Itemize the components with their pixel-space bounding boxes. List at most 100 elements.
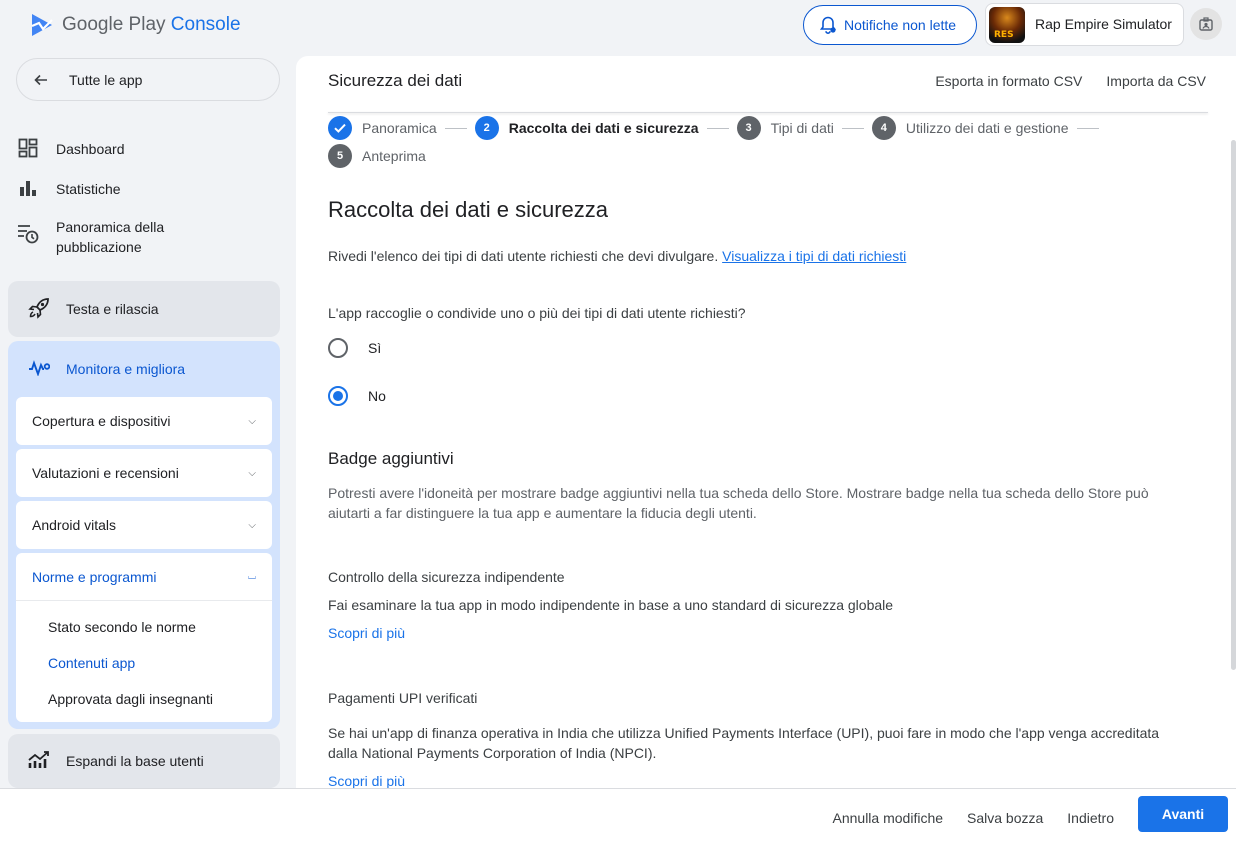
grow-users-icon	[28, 749, 50, 774]
grow-label: Espandi la base utenti	[66, 753, 204, 769]
view-data-types-link[interactable]: Visualizza i tipi di dati richiesti	[722, 248, 906, 264]
app-name: Rap Empire Simulator	[1035, 16, 1172, 32]
all-apps-label: Tutte le app	[69, 71, 143, 88]
sidebar-section-test-release[interactable]: Testa e rilascia	[8, 281, 280, 337]
upi-learn-more-link[interactable]: Scopri di più	[328, 773, 405, 788]
security-review-title: Controllo della sicurezza indipendente	[328, 569, 565, 585]
sidebar-section-grow[interactable]: Espandi la base utenti	[8, 734, 280, 788]
monitor-vitals-icon	[28, 359, 51, 379]
notifications-label: Notifiche non lette	[844, 17, 957, 33]
step-label: Utilizzo dei dati e gestione	[905, 120, 1069, 136]
app-icon-text: RES	[994, 30, 1014, 40]
section-heading: Raccolta dei dati e sicurezza	[328, 197, 609, 222]
step-data-collection[interactable]: 2 Raccolta dei dati e sicurezza	[474, 116, 699, 140]
radio-option-yes[interactable]: Sì	[328, 338, 381, 358]
intro-paragraph: Rivedi l'elenco dei tipi di dati utente …	[328, 246, 1188, 266]
header-actions: Esporta in formato CSV Importa da CSV	[935, 73, 1206, 89]
discard-changes-button[interactable]: Annulla modifiche	[833, 810, 944, 826]
step-number: 4	[871, 116, 896, 140]
sidebar-subsection-android-vitals[interactable]: Android vitals ⌵	[16, 501, 272, 549]
sidebar-subsection-ratings[interactable]: Valutazioni e recensioni ⌵	[16, 449, 272, 497]
all-apps-button[interactable]: Tutte le app	[16, 58, 280, 101]
upi-text: Se hai un'app di finanza operativa in In…	[328, 725, 1160, 761]
monitor-section-header[interactable]: Monitora e migliora	[8, 341, 280, 397]
step-label: Anteprima	[362, 148, 426, 164]
account-button[interactable]	[1190, 8, 1222, 40]
step-label: Tipi di dati	[770, 120, 834, 136]
radio-option-no[interactable]: No	[328, 386, 386, 406]
sidebar-subsection-policy: Norme e programmi ⌴ Stato secondo le nor…	[16, 553, 272, 722]
save-draft-button[interactable]: Salva bozza	[967, 810, 1043, 826]
step-connector	[841, 127, 864, 129]
logo-google: Google Play	[62, 14, 166, 35]
step-preview[interactable]: 5 Anteprima	[328, 144, 426, 168]
arrow-back-icon	[34, 74, 47, 85]
bell-icon	[819, 16, 837, 34]
bottom-action-bar: Annulla modifiche Salva bozza Indietro A…	[0, 788, 1236, 841]
policy-section-header[interactable]: Norme e programmi ⌴	[16, 553, 272, 601]
chevron-down-icon: ⌵	[248, 519, 256, 531]
upi-title: Pagamenti UPI verificati	[328, 690, 478, 706]
badges-description: Potresti avere l'idoneità per mostrare b…	[328, 485, 1149, 521]
publishing-overview-icon	[16, 222, 40, 246]
app-selector[interactable]: RES Rap Empire Simulator	[985, 3, 1184, 46]
play-console-logo[interactable]: Google Play Console	[30, 12, 241, 38]
step-label: Panoramica	[362, 120, 437, 136]
chevron-down-icon: ⌵	[248, 415, 256, 427]
security-review-text: Fai esaminare la tua app in modo indipen…	[328, 597, 894, 613]
sidebar-item-teacher-approved[interactable]: Approvata dagli insegnanti	[16, 681, 272, 717]
badges-heading: Badge aggiuntivi	[328, 449, 454, 468]
step-label: Raccolta dei dati e sicurezza	[508, 120, 699, 136]
step-overview[interactable]: Panoramica	[328, 116, 437, 140]
account-badge-icon	[1199, 17, 1213, 31]
sidebar-item-publishing-overview[interactable]: Panoramica della pubblicazione	[16, 214, 280, 257]
step-number: 5	[328, 144, 352, 168]
sidebar-item-dashboard[interactable]: Dashboard	[16, 136, 280, 160]
stepper: Panoramica 2 Raccolta dei dati e sicurez…	[328, 116, 1208, 172]
radio-button-no[interactable]	[328, 386, 348, 406]
step-connector	[1076, 127, 1099, 129]
step-data-usage[interactable]: 4 Utilizzo dei dati e gestione	[871, 116, 1069, 140]
import-csv-button[interactable]: Importa da CSV	[1106, 73, 1206, 89]
main-panel: Sicurezza dei dati Esporta in formato CS…	[296, 56, 1236, 788]
rocket-icon	[28, 297, 50, 322]
top-bar: Google Play Console Notifiche non lette …	[0, 0, 1236, 56]
scrollbar[interactable]	[1231, 140, 1236, 670]
next-button[interactable]: Avanti	[1138, 796, 1228, 832]
radio-label-yes: Sì	[368, 340, 382, 356]
radio-button-yes[interactable]	[328, 338, 348, 358]
collection-question: L'app raccoglie o condivide uno o più de…	[328, 305, 746, 321]
step-connector	[444, 127, 467, 129]
security-learn-more-link[interactable]: Scopri di più	[328, 625, 405, 641]
logo-console: Console	[170, 14, 241, 35]
sidebar-item-label: Statistiche	[56, 181, 121, 197]
back-button[interactable]: Indietro	[1067, 810, 1114, 826]
policy-item-label: Contenuti app	[48, 655, 136, 671]
check-icon	[328, 116, 352, 140]
step-number: 3	[736, 116, 761, 140]
app-icon: RES	[989, 7, 1025, 43]
sidebar-subsection-coverage[interactable]: Copertura e dispositivi ⌵	[16, 397, 272, 445]
sidebar-item-app-content[interactable]: Contenuti app	[16, 645, 272, 681]
subsection-label: Copertura e dispositivi	[32, 413, 171, 429]
sidebar-item-policy-status[interactable]: Stato secondo le norme	[16, 609, 272, 645]
step-number: 2	[474, 116, 499, 140]
play-console-logo-icon	[31, 14, 53, 36]
subsection-label: Valutazioni e recensioni	[32, 465, 179, 481]
sidebar-item-statistics[interactable]: Statistiche	[16, 176, 280, 200]
step-data-types[interactable]: 3 Tipi di dati	[736, 116, 834, 140]
sidebar: Tutte le app Dashboard Statistiche Panor…	[0, 56, 296, 841]
page-title: Sicurezza dei dati	[328, 71, 463, 90]
sidebar-item-label: Dashboard	[56, 141, 125, 157]
header-divider	[328, 112, 1208, 113]
test-release-label: Testa e rilascia	[66, 301, 159, 317]
subsection-label: Norme e programmi	[32, 568, 157, 585]
sidebar-item-label: Panoramica della pubblicazione	[56, 219, 165, 255]
export-csv-button[interactable]: Esporta in formato CSV	[935, 73, 1082, 89]
dashboard-icon	[16, 136, 40, 160]
chevron-down-icon: ⌵	[248, 467, 256, 479]
unread-notifications-button[interactable]: Notifiche non lette	[803, 5, 977, 45]
bar-chart-icon	[16, 176, 40, 200]
radio-label-no: No	[368, 388, 386, 404]
policy-item-label: Stato secondo le norme	[48, 619, 196, 635]
